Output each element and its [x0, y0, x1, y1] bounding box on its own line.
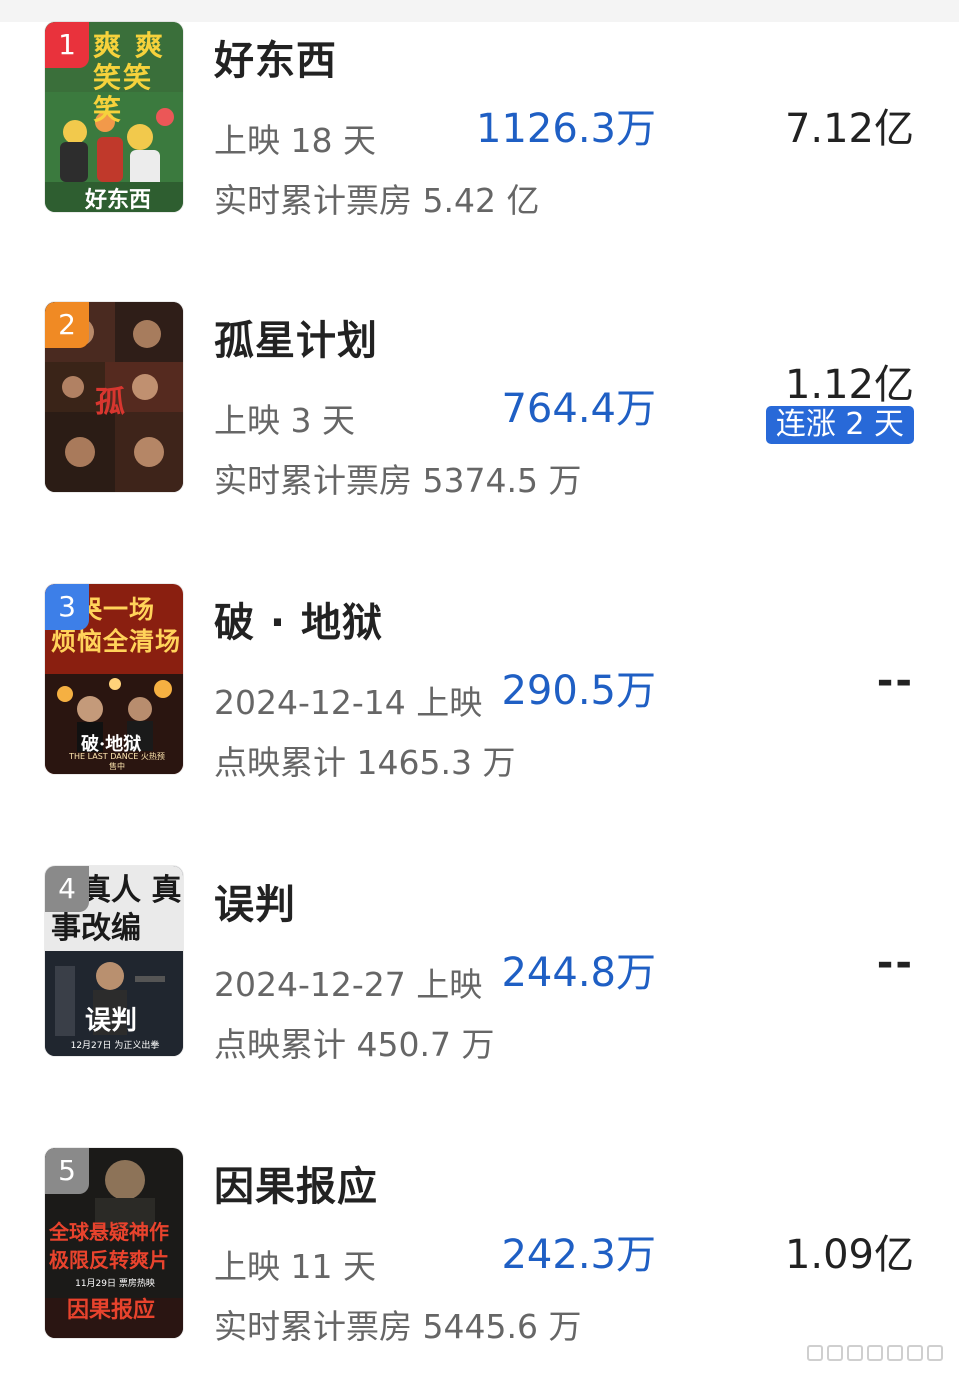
poster-subtitle: 12月27日 为正义出拳	[70, 1041, 160, 1051]
list-item[interactable]: 全球悬疑神作 极限反转爽片 11月29日 票房热映 因果报应 5 因果报应 上映…	[0, 1148, 959, 1348]
movie-poster[interactable]: 孤 2	[45, 302, 183, 492]
daily-box-office: 242.3万	[501, 1232, 656, 1278]
movie-title: 好东西	[214, 38, 337, 84]
watermark-icons	[807, 1341, 947, 1365]
poster-title: 误判	[85, 1006, 138, 1036]
poster-headline: 爽 爽 笑笑笑	[93, 29, 165, 126]
movie-title: 孤星计划	[214, 318, 378, 364]
cumulative-box-office: 实时累计票房 5445.6 万	[214, 1307, 582, 1346]
movie-title: 因果报应	[214, 1164, 378, 1210]
svg-text:孤: 孤	[95, 385, 125, 420]
rank-badge: 1	[45, 22, 89, 68]
cumulative-box-office: 实时累计票房 5374.5 万	[214, 461, 582, 500]
forecast-total: --	[876, 658, 914, 704]
watermark-icon	[887, 1345, 903, 1361]
release-info: 上映 18 天	[214, 121, 376, 160]
movie-poster[interactable]: 爽 爽 笑笑笑 好东西 1	[45, 22, 183, 212]
list-item[interactable]: 孤 2 孤星计划 上映 3 天 实时累计票房 5374.5 万 764.4万 1…	[0, 302, 959, 502]
forecast-total: 1.12亿	[784, 362, 914, 408]
list-item[interactable]: 爽 爽 笑笑笑 好东西 1 好东西 上映 18 天 实时累计票房 5.42 亿 …	[0, 22, 959, 222]
movie-poster[interactable]: 全球悬疑神作 极限反转爽片 11月29日 票房热映 因果报应 5	[45, 1148, 183, 1338]
watermark-icon	[807, 1345, 823, 1361]
cumulative-box-office: 点映累计 1465.3 万	[214, 743, 516, 782]
forecast-total: 1.09亿	[784, 1232, 914, 1278]
box-office-list: 爽 爽 笑笑笑 好东西 1 好东西 上映 18 天 实时累计票房 5.42 亿 …	[0, 0, 959, 1377]
forecast-total: --	[876, 940, 914, 986]
movie-poster[interactable]: 据真人 真事改编 误判 12月27日 为正义出拳 4	[45, 866, 183, 1056]
daily-box-office: 244.8万	[501, 950, 656, 996]
poster-subtitle: THE LAST DANCE 火热预售中	[69, 752, 165, 771]
cumulative-box-office: 点映累计 450.7 万	[214, 1025, 495, 1064]
release-info: 2024-12-27 上映	[214, 965, 483, 1004]
watermark-icon	[927, 1345, 943, 1361]
release-info: 上映 11 天	[214, 1247, 376, 1286]
release-info: 2024-12-14 上映	[214, 683, 483, 722]
movie-title: 误判	[214, 882, 296, 928]
watermark-icon	[907, 1345, 923, 1361]
movie-poster[interactable]: 大哭一场 烦恼全清场 破·地狱 THE LAST DANCE 火热预售中 3	[45, 584, 183, 774]
trend-tag: 连涨 2 天	[765, 406, 914, 444]
watermark-icon	[827, 1345, 843, 1361]
list-item[interactable]: 据真人 真事改编 误判 12月27日 为正义出拳 4 误判 2024-12-27…	[0, 866, 959, 1066]
forecast-total: 7.12亿	[784, 106, 914, 152]
poster-subtitle: 11月29日 票房热映	[75, 1279, 155, 1289]
movie-title: 破 · 地狱	[214, 600, 384, 646]
daily-box-office: 1126.3万	[476, 106, 656, 152]
poster-title: 好东西	[85, 187, 152, 212]
release-info: 上映 3 天	[214, 401, 355, 440]
rank-badge: 5	[45, 1148, 89, 1194]
daily-box-office: 290.5万	[501, 668, 656, 714]
watermark-icon	[847, 1345, 863, 1361]
poster-headline: 全球悬疑神作 极限反转爽片	[49, 1220, 169, 1272]
poster-title: 因果报应	[67, 1297, 156, 1323]
daily-box-office: 764.4万	[501, 386, 656, 432]
watermark-icon	[867, 1345, 883, 1361]
rank-badge: 3	[45, 584, 89, 630]
rank-badge: 2	[45, 302, 89, 348]
rank-badge: 4	[45, 866, 89, 912]
cumulative-box-office: 实时累计票房 5.42 亿	[214, 181, 540, 220]
list-item[interactable]: 大哭一场 烦恼全清场 破·地狱 THE LAST DANCE 火热预售中 3 破…	[0, 584, 959, 784]
